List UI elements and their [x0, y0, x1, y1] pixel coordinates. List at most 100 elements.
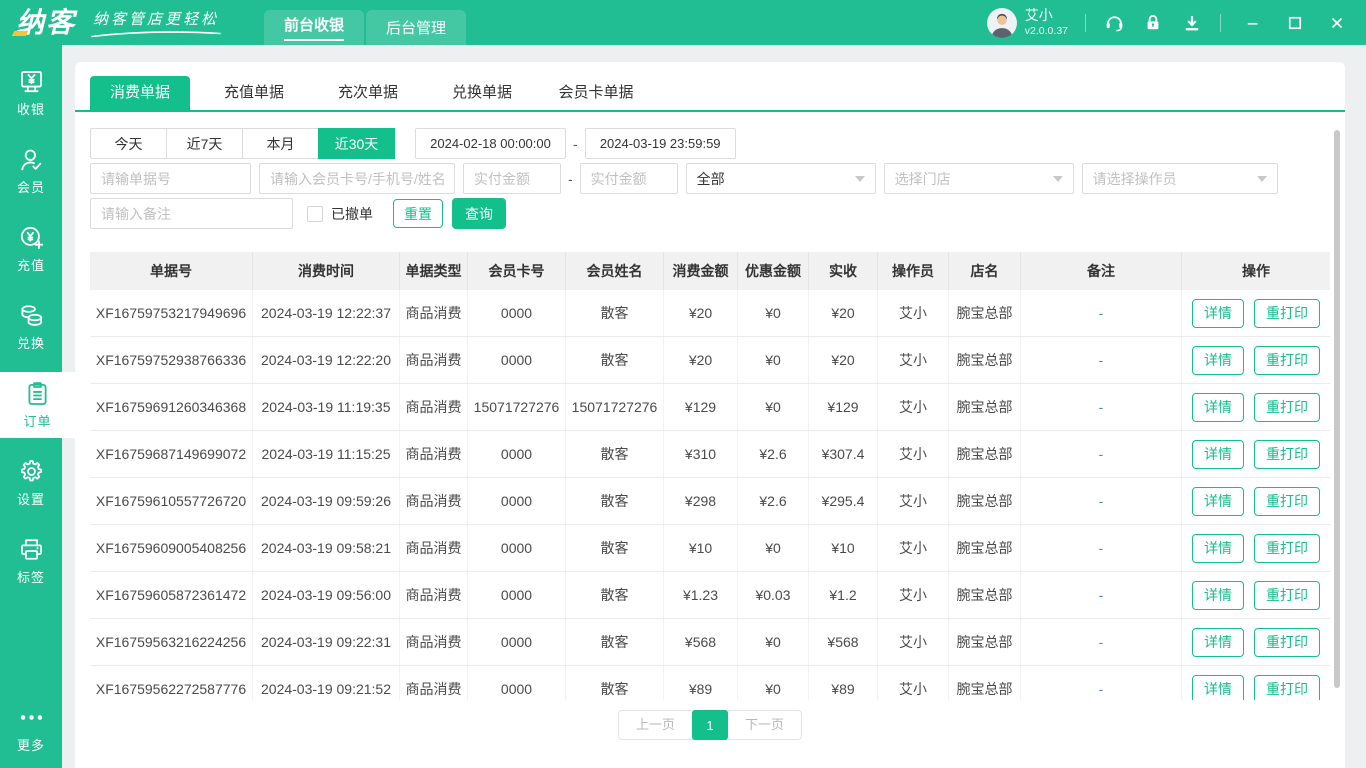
cell-discount: ¥0.03 [738, 572, 809, 618]
reprint-button[interactable]: 重打印 [1254, 487, 1320, 516]
cell-paid: ¥568 [809, 619, 878, 665]
next-page-button[interactable]: 下一页 [728, 711, 801, 739]
cell-order_no: XF16759687149699072 [90, 431, 253, 477]
support-icon[interactable] [1103, 12, 1125, 34]
range-today-button[interactable]: 今天 [90, 128, 167, 159]
tab-recharge-orders[interactable]: 充值单据 [204, 76, 304, 110]
logo-tagline: 纳客管店更轻松 [90, 8, 222, 38]
sidebar-item-orders[interactable]: 订单 [0, 372, 75, 438]
search-button[interactable]: 查询 [452, 198, 506, 229]
detail-button[interactable]: 详情 [1192, 440, 1244, 469]
cell-operator: 艾小 [878, 478, 949, 524]
reprint-button[interactable]: 重打印 [1254, 346, 1320, 375]
detail-button[interactable]: 详情 [1192, 628, 1244, 657]
reprint-button[interactable]: 重打印 [1254, 393, 1320, 422]
remark-input[interactable] [90, 198, 293, 229]
cell-amount: ¥20 [664, 290, 738, 336]
cell-discount: ¥0 [738, 290, 809, 336]
cell-paid: ¥20 [809, 290, 878, 336]
detail-button[interactable]: 详情 [1192, 346, 1244, 375]
detail-button[interactable]: 详情 [1192, 299, 1244, 328]
recharge-icon [18, 224, 45, 251]
cell-actions: 详情重打印 [1182, 572, 1330, 618]
topnav-backend-manage[interactable]: 后台管理 [366, 10, 466, 45]
reset-button[interactable]: 重置 [393, 199, 443, 228]
detail-button[interactable]: 详情 [1192, 393, 1244, 422]
range-last-30-days-button[interactable]: 近30天 [318, 128, 395, 159]
store-select[interactable]: 选择门店 [884, 163, 1074, 194]
user-box[interactable]: 艾小 v2.0.0.37 [987, 7, 1068, 38]
sidebar-item-members[interactable]: 会员 [0, 138, 62, 204]
sidebar-item-recharge[interactable]: 充值 [0, 216, 62, 282]
operator-select[interactable]: 请选择操作员 [1082, 163, 1278, 194]
download-icon[interactable] [1181, 12, 1203, 34]
cell-time: 2024-03-19 11:19:35 [253, 384, 400, 430]
filter-row-dates: 今天近7天本月近30天 - [90, 128, 1330, 159]
order-no-input[interactable] [90, 163, 251, 194]
reprint-button[interactable]: 重打印 [1254, 628, 1320, 657]
table-row: XF167595622725877762024-03-19 09:21:52商品… [90, 666, 1330, 700]
app-logo: 纳客 纳客管店更轻松 [16, 8, 222, 38]
table-row: XF167596105577267202024-03-19 09:59:26商品… [90, 478, 1330, 525]
detail-button[interactable]: 详情 [1192, 581, 1244, 610]
col-actions: 操作 [1182, 252, 1330, 290]
label-printer-icon [18, 536, 45, 563]
sidebar-item-labels[interactable]: 标签 [0, 528, 62, 594]
reprint-button[interactable]: 重打印 [1254, 534, 1320, 563]
cell-remark: - [1021, 619, 1182, 665]
current-page-button[interactable]: 1 [692, 710, 728, 740]
detail-button[interactable]: 详情 [1192, 534, 1244, 563]
vertical-scrollbar[interactable] [1334, 130, 1340, 688]
topnav-front-cashier[interactable]: 前台收银 [264, 10, 364, 45]
date-range-dash: - [573, 136, 578, 152]
cell-operator: 艾小 [878, 431, 949, 477]
date-from-input[interactable] [415, 128, 566, 159]
cell-actions: 详情重打印 [1182, 525, 1330, 571]
sidebar-item-more[interactable]: 更多 [0, 696, 62, 762]
reprint-button[interactable]: 重打印 [1254, 675, 1320, 701]
reprint-button[interactable]: 重打印 [1254, 299, 1320, 328]
cell-time: 2024-03-19 09:21:52 [253, 666, 400, 700]
table-row: XF167597532179496962024-03-19 12:22:37商品… [90, 290, 1330, 337]
cell-order_type: 商品消费 [400, 525, 468, 571]
amount-max-input[interactable] [580, 163, 678, 194]
lock-icon[interactable] [1142, 12, 1164, 34]
close-icon[interactable] [1326, 12, 1348, 34]
sidebar-item-label: 标签 [17, 567, 45, 586]
member-search-input[interactable] [259, 163, 455, 194]
prev-page-button[interactable]: 上一页 [619, 711, 692, 739]
tab-exchange-orders[interactable]: 兑换单据 [432, 76, 532, 110]
cell-actions: 详情重打印 [1182, 431, 1330, 477]
col-member_name: 会员姓名 [566, 252, 664, 290]
cell-operator: 艾小 [878, 525, 949, 571]
sidebar-item-cashier[interactable]: 收银 [0, 60, 62, 126]
maximize-icon[interactable] [1284, 12, 1306, 34]
revoked-checkbox[interactable] [307, 206, 323, 222]
detail-button[interactable]: 详情 [1192, 487, 1244, 516]
window-controls [1242, 12, 1348, 34]
date-to-input[interactable] [585, 128, 736, 159]
reprint-button[interactable]: 重打印 [1254, 440, 1320, 469]
cell-member_name: 散客 [566, 666, 664, 700]
cell-remark: - [1021, 431, 1182, 477]
amount-min-input[interactable] [463, 163, 561, 194]
sidebar-item-exchange[interactable]: 兑换 [0, 294, 62, 360]
order-icon [24, 380, 51, 407]
pay-type-select[interactable]: 全部 [686, 163, 876, 194]
cell-store: 腕宝总部 [949, 431, 1021, 477]
reprint-button[interactable]: 重打印 [1254, 581, 1320, 610]
tab-consume-orders[interactable]: 消费单据 [90, 76, 190, 110]
tab-times-orders[interactable]: 充次单据 [318, 76, 418, 110]
minimize-icon[interactable] [1242, 12, 1264, 34]
detail-button[interactable]: 详情 [1192, 675, 1244, 701]
range-last-7-days-button[interactable]: 近7天 [166, 128, 243, 159]
tab-member-card-orders[interactable]: 会员卡单据 [546, 76, 646, 110]
cell-order_no: XF16759610557726720 [90, 478, 253, 524]
cell-amount: ¥298 [664, 478, 738, 524]
sidebar-item-settings[interactable]: 设置 [0, 450, 62, 516]
logo-text: 纳客 [16, 9, 76, 37]
main-card: 消费单据充值单据充次单据兑换单据会员卡单据 今天近7天本月近30天 - - 全部… [75, 62, 1345, 768]
cell-amount: ¥310 [664, 431, 738, 477]
sidebar-item-label: 兑换 [17, 333, 45, 352]
range-this-month-button[interactable]: 本月 [242, 128, 319, 159]
